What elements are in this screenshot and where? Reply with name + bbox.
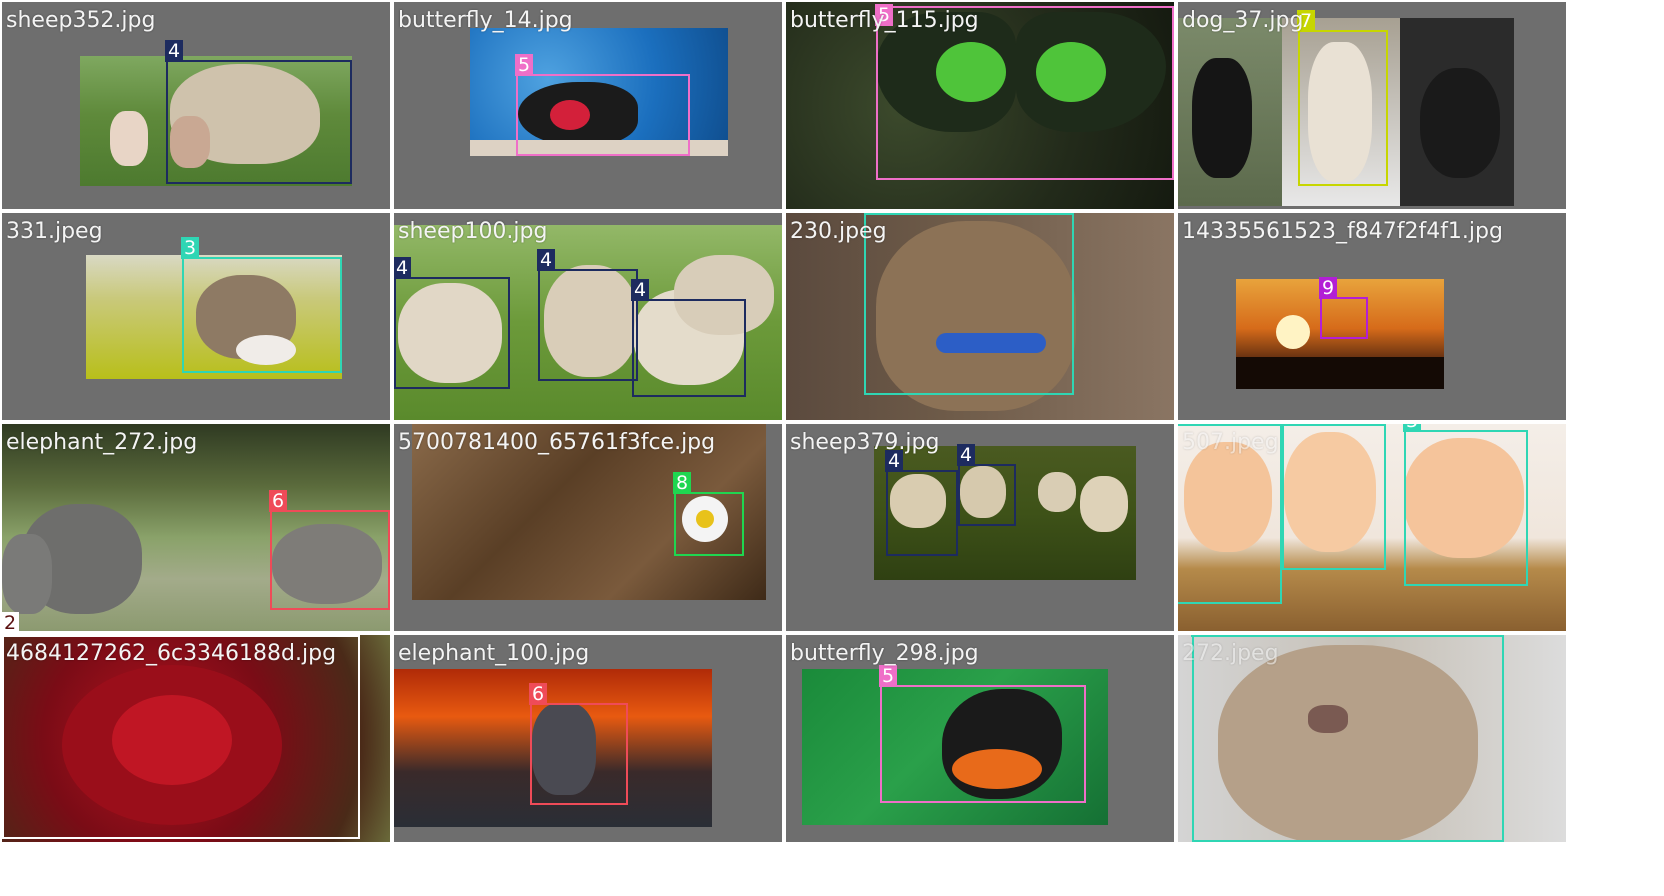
tile-filename: butterfly_298.jpg bbox=[790, 641, 979, 666]
tile-butterfly298[interactable]: 5 butterfly_298.jpg bbox=[786, 635, 1174, 842]
tile-bark-daisy[interactable]: 8 5700781400_65761f3fce.jpg bbox=[394, 424, 782, 631]
tile-filename: 230.jpeg bbox=[790, 219, 887, 244]
bbox-label-sheep-1: 4 bbox=[394, 257, 412, 279]
tile-filename: 4684127262_6c3346188d.jpg bbox=[6, 641, 337, 666]
tile-filename: elephant_100.jpg bbox=[398, 641, 590, 666]
bbox-label-cat-3: 3 bbox=[1403, 424, 1422, 432]
bbox-label-edge: 2 bbox=[2, 612, 20, 631]
tile-butterfly14[interactable]: 5 butterfly_14.jpg bbox=[394, 2, 782, 209]
detection-mosaic: 4 sheep352.jpg 5 butterfly_14.jpg 5 butt… bbox=[0, 0, 1664, 896]
bbox-butterfly bbox=[880, 685, 1086, 803]
bbox-label-cat: 3 bbox=[181, 237, 200, 259]
tile-filename: 507.jpeg bbox=[1182, 430, 1279, 455]
tile-filename: sheep100.jpg bbox=[398, 219, 548, 244]
tile-filename: butterfly_115.jpg bbox=[790, 8, 979, 33]
bbox-elephant bbox=[530, 703, 628, 805]
tile-filename: 331.jpeg bbox=[6, 219, 103, 244]
bbox-label-butterfly: 5 bbox=[515, 54, 534, 76]
bbox-label-cat: 3 bbox=[1191, 635, 1210, 637]
tile-sheep379[interactable]: 4 4 sheep379.jpg bbox=[786, 424, 1174, 631]
bbox-daisy bbox=[674, 492, 744, 556]
tile-filename: dog_37.jpg bbox=[1182, 8, 1304, 33]
tile-dandelion[interactable]: 9 14335561523_f847f2f4f1.jpg bbox=[1178, 213, 1566, 420]
bbox-cat-2 bbox=[1282, 424, 1386, 570]
tile-filename: elephant_272.jpg bbox=[6, 430, 198, 455]
tile-filename: sheep379.jpg bbox=[790, 430, 940, 455]
tile-filename: 272.jpeg bbox=[1182, 641, 1279, 666]
tile-filename: 5700781400_65761f3fce.jpg bbox=[398, 430, 716, 455]
bbox-sheep-1 bbox=[166, 60, 352, 184]
tile-filename: 14335561523_f847f2f4f1.jpg bbox=[1182, 219, 1503, 244]
bbox-cat-3 bbox=[1404, 430, 1528, 586]
bbox-label-elephant: 6 bbox=[529, 683, 548, 705]
bbox-label-elephant: 6 bbox=[269, 490, 288, 512]
bbox-label-sheep-3: 4 bbox=[631, 279, 650, 301]
tile-filename: sheep352.jpg bbox=[6, 8, 156, 33]
bbox-cat bbox=[864, 213, 1074, 395]
bbox-cat bbox=[182, 257, 342, 373]
bbox-butterfly bbox=[516, 74, 690, 156]
tile-230[interactable]: 3 230.jpeg bbox=[786, 213, 1174, 420]
bbox-label-sheep-2: 4 bbox=[957, 444, 976, 466]
bbox-dandelion bbox=[1320, 297, 1368, 339]
tile-elephant272[interactable]: 6 2 elephant_272.jpg bbox=[2, 424, 390, 631]
bbox-sheep-3 bbox=[632, 299, 746, 397]
bbox-sheep-1 bbox=[886, 470, 958, 556]
bbox-elephant bbox=[270, 510, 390, 610]
tile-sheep100[interactable]: 4 4 4 sheep100.jpg bbox=[394, 213, 782, 420]
bbox-label-butterfly: 5 bbox=[879, 665, 898, 687]
tile-dog37[interactable]: 7 dog_37.jpg bbox=[1178, 2, 1566, 209]
tile-butterfly115[interactable]: 5 butterfly_115.jpg bbox=[786, 2, 1174, 209]
tile-filename: butterfly_14.jpg bbox=[398, 8, 573, 33]
bbox-label-dandelion: 9 bbox=[1319, 277, 1338, 299]
tile-sheep352[interactable]: 4 sheep352.jpg bbox=[2, 2, 390, 209]
tile-272[interactable]: 3 272.jpeg bbox=[1178, 635, 1566, 842]
tile-elephant100[interactable]: 6 elephant_100.jpg bbox=[394, 635, 782, 842]
bbox-dog bbox=[1298, 30, 1388, 186]
bbox-label-daisy: 8 bbox=[673, 472, 692, 494]
bbox-sheep-1 bbox=[394, 277, 510, 389]
tile-rose[interactable]: 4684127262_6c3346188d.jpg bbox=[2, 635, 390, 842]
tile-331[interactable]: 3 331.jpeg bbox=[2, 213, 390, 420]
bbox-sheep-2 bbox=[538, 269, 638, 381]
tile-507[interactable]: 3 3 3 507.jpeg bbox=[1178, 424, 1566, 631]
bbox-label-sheep-1: 4 bbox=[165, 40, 184, 62]
bbox-sheep-2 bbox=[958, 464, 1016, 526]
bbox-label-sheep-2: 4 bbox=[537, 249, 556, 271]
